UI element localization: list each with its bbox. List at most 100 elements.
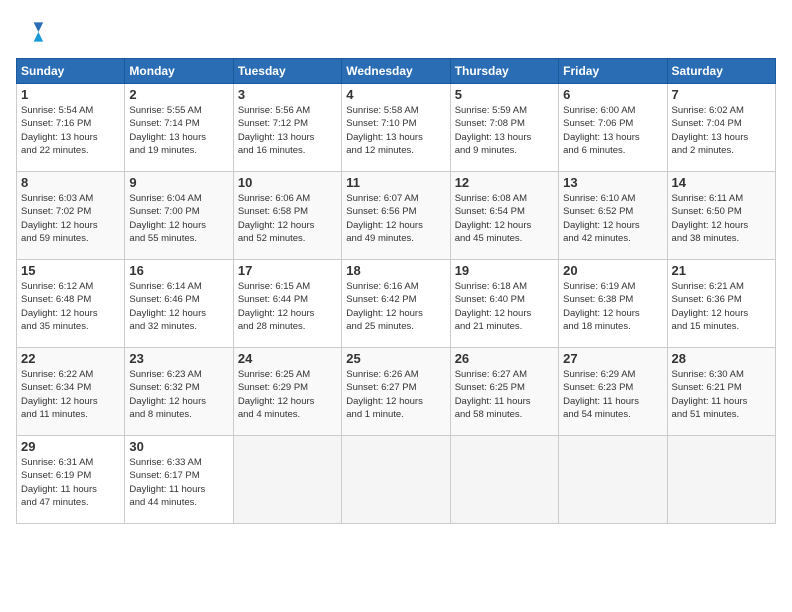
calendar-cell: 18Sunrise: 6:16 AMSunset: 6:42 PMDayligh… (342, 260, 450, 348)
day-number: 16 (129, 263, 228, 278)
day-info: Sunrise: 6:10 AMSunset: 6:52 PMDaylight:… (563, 192, 662, 245)
day-info: Sunrise: 6:15 AMSunset: 6:44 PMDaylight:… (238, 280, 337, 333)
weekday-monday: Monday (125, 59, 233, 84)
calendar-cell (233, 436, 341, 524)
calendar-cell: 29Sunrise: 6:31 AMSunset: 6:19 PMDayligh… (17, 436, 125, 524)
day-number: 30 (129, 439, 228, 454)
page-container: SundayMondayTuesdayWednesdayThursdayFrid… (0, 0, 792, 612)
day-number: 10 (238, 175, 337, 190)
calendar-cell: 2 Sunrise: 5:55 AMSunset: 7:14 PMDaylight… (125, 84, 233, 172)
day-info: Sunrise: 6:26 AMSunset: 6:27 PMDaylight:… (346, 368, 445, 421)
calendar-cell: 3 Sunrise: 5:56 AMSunset: 7:12 PMDaylight… (233, 84, 341, 172)
day-number: 24 (238, 351, 337, 366)
day-info: Sunrise: 6:11 AMSunset: 6:50 PMDaylight:… (672, 192, 771, 245)
day-info: Sunrise: 5:56 AMSunset: 7:12 PMDaylight:… (238, 104, 337, 157)
day-number: 14 (672, 175, 771, 190)
day-info: Sunrise: 6:00 AMSunset: 7:06 PMDaylight:… (563, 104, 662, 157)
day-info: Sunrise: 6:31 AMSunset: 6:19 PMDaylight:… (21, 456, 120, 509)
calendar-cell: 26 Sunrise: 6:27 AMSunset: 6:25 PMDayligh… (450, 348, 558, 436)
day-info: Sunrise: 6:02 AMSunset: 7:04 PMDaylight:… (672, 104, 771, 157)
day-number: 22 (21, 351, 120, 366)
day-number: 17 (238, 263, 337, 278)
calendar-cell (450, 436, 558, 524)
day-info: Sunrise: 5:59 AMSunset: 7:08 PMDaylight:… (455, 104, 554, 157)
day-number: 15 (21, 263, 120, 278)
calendar-cell: 20 Sunrise: 6:19 AMSunset: 6:38 PMDayligh… (559, 260, 667, 348)
calendar-cell: 11 Sunrise: 6:07 AMSunset: 6:56 PMDayligh… (342, 172, 450, 260)
calendar-cell: 14 Sunrise: 6:11 AMSunset: 6:50 PMDayligh… (667, 172, 775, 260)
logo-icon (16, 16, 48, 48)
day-info: Sunrise: 6:08 AMSunset: 6:54 PMDaylight:… (455, 192, 554, 245)
day-info: Sunrise: 6:14 AMSunset: 6:46 PMDaylight:… (129, 280, 228, 333)
calendar-cell: 27Sunrise: 6:29 AMSunset: 6:23 PMDayligh… (559, 348, 667, 436)
day-info: Sunrise: 5:55 AMSunset: 7:14 PMDaylight:… (129, 104, 228, 157)
day-number: 2 (129, 87, 228, 102)
weekday-saturday: Saturday (667, 59, 775, 84)
day-info: Sunrise: 6:29 AMSunset: 6:23 PMDaylight:… (563, 368, 662, 421)
day-number: 1 (21, 87, 120, 102)
calendar-cell (667, 436, 775, 524)
day-number: 20 (563, 263, 662, 278)
day-number: 26 (455, 351, 554, 366)
logo (16, 16, 52, 48)
day-number: 3 (238, 87, 337, 102)
day-info: Sunrise: 6:07 AMSunset: 6:56 PMDaylight:… (346, 192, 445, 245)
calendar-cell: 17 Sunrise: 6:15 AMSunset: 6:44 PMDayligh… (233, 260, 341, 348)
weekday-thursday: Thursday (450, 59, 558, 84)
day-number: 13 (563, 175, 662, 190)
day-info: Sunrise: 6:25 AMSunset: 6:29 PMDaylight:… (238, 368, 337, 421)
calendar-week-2: 8 Sunrise: 6:03 AMSunset: 7:02 PMDaylight… (17, 172, 776, 260)
weekday-sunday: Sunday (17, 59, 125, 84)
calendar-cell: 10Sunrise: 6:06 AMSunset: 6:58 PMDayligh… (233, 172, 341, 260)
calendar-cell: 9Sunrise: 6:04 AMSunset: 7:00 PMDaylight… (125, 172, 233, 260)
day-info: Sunrise: 6:18 AMSunset: 6:40 PMDaylight:… (455, 280, 554, 333)
calendar-week-4: 22 Sunrise: 6:22 AMSunset: 6:34 PMDayligh… (17, 348, 776, 436)
calendar-cell: 1Sunrise: 5:54 AMSunset: 7:16 PMDaylight… (17, 84, 125, 172)
day-info: Sunrise: 6:19 AMSunset: 6:38 PMDaylight:… (563, 280, 662, 333)
weekday-wednesday: Wednesday (342, 59, 450, 84)
calendar-week-5: 29Sunrise: 6:31 AMSunset: 6:19 PMDayligh… (17, 436, 776, 524)
calendar-cell: 30 Sunrise: 6:33 AMSunset: 6:17 PMDayligh… (125, 436, 233, 524)
day-info: Sunrise: 6:21 AMSunset: 6:36 PMDaylight:… (672, 280, 771, 333)
day-number: 8 (21, 175, 120, 190)
calendar-cell: 15 Sunrise: 6:12 AMSunset: 6:48 PMDayligh… (17, 260, 125, 348)
day-number: 4 (346, 87, 445, 102)
day-number: 19 (455, 263, 554, 278)
day-info: Sunrise: 6:12 AMSunset: 6:48 PMDaylight:… (21, 280, 120, 333)
calendar-cell: 12Sunrise: 6:08 AMSunset: 6:54 PMDayligh… (450, 172, 558, 260)
calendar-cell: 8 Sunrise: 6:03 AMSunset: 7:02 PMDaylight… (17, 172, 125, 260)
day-info: Sunrise: 6:23 AMSunset: 6:32 PMDaylight:… (129, 368, 228, 421)
calendar-cell: 22 Sunrise: 6:22 AMSunset: 6:34 PMDayligh… (17, 348, 125, 436)
header (16, 16, 776, 48)
day-info: Sunrise: 6:03 AMSunset: 7:02 PMDaylight:… (21, 192, 120, 245)
calendar-cell: 28Sunrise: 6:30 AMSunset: 6:21 PMDayligh… (667, 348, 775, 436)
calendar-cell: 23Sunrise: 6:23 AMSunset: 6:32 PMDayligh… (125, 348, 233, 436)
day-info: Sunrise: 6:33 AMSunset: 6:17 PMDaylight:… (129, 456, 228, 509)
day-number: 6 (563, 87, 662, 102)
day-info: Sunrise: 6:04 AMSunset: 7:00 PMDaylight:… (129, 192, 228, 245)
weekday-header-row: SundayMondayTuesdayWednesdayThursdayFrid… (17, 59, 776, 84)
calendar-cell: 19 Sunrise: 6:18 AMSunset: 6:40 PMDayligh… (450, 260, 558, 348)
day-info: Sunrise: 6:27 AMSunset: 6:25 PMDaylight:… (455, 368, 554, 421)
day-number: 25 (346, 351, 445, 366)
day-info: Sunrise: 6:30 AMSunset: 6:21 PMDaylight:… (672, 368, 771, 421)
day-number: 7 (672, 87, 771, 102)
calendar-body: 1Sunrise: 5:54 AMSunset: 7:16 PMDaylight… (17, 84, 776, 524)
calendar-cell: 7 Sunrise: 6:02 AMSunset: 7:04 PMDaylight… (667, 84, 775, 172)
calendar-table: SundayMondayTuesdayWednesdayThursdayFrid… (16, 58, 776, 524)
calendar-cell (559, 436, 667, 524)
calendar-cell: 24 Sunrise: 6:25 AMSunset: 6:29 PMDayligh… (233, 348, 341, 436)
day-number: 18 (346, 263, 445, 278)
day-number: 5 (455, 87, 554, 102)
calendar-cell: 21 Sunrise: 6:21 AMSunset: 6:36 PMDayligh… (667, 260, 775, 348)
weekday-tuesday: Tuesday (233, 59, 341, 84)
day-number: 21 (672, 263, 771, 278)
day-number: 11 (346, 175, 445, 190)
calendar-cell: 25 Sunrise: 6:26 AMSunset: 6:27 PMDayligh… (342, 348, 450, 436)
calendar-cell: 16 Sunrise: 6:14 AMSunset: 6:46 PMDayligh… (125, 260, 233, 348)
calendar-week-1: 1Sunrise: 5:54 AMSunset: 7:16 PMDaylight… (17, 84, 776, 172)
weekday-friday: Friday (559, 59, 667, 84)
calendar-cell: 6 Sunrise: 6:00 AMSunset: 7:06 PMDaylight… (559, 84, 667, 172)
calendar-week-3: 15 Sunrise: 6:12 AMSunset: 6:48 PMDayligh… (17, 260, 776, 348)
day-info: Sunrise: 6:22 AMSunset: 6:34 PMDaylight:… (21, 368, 120, 421)
